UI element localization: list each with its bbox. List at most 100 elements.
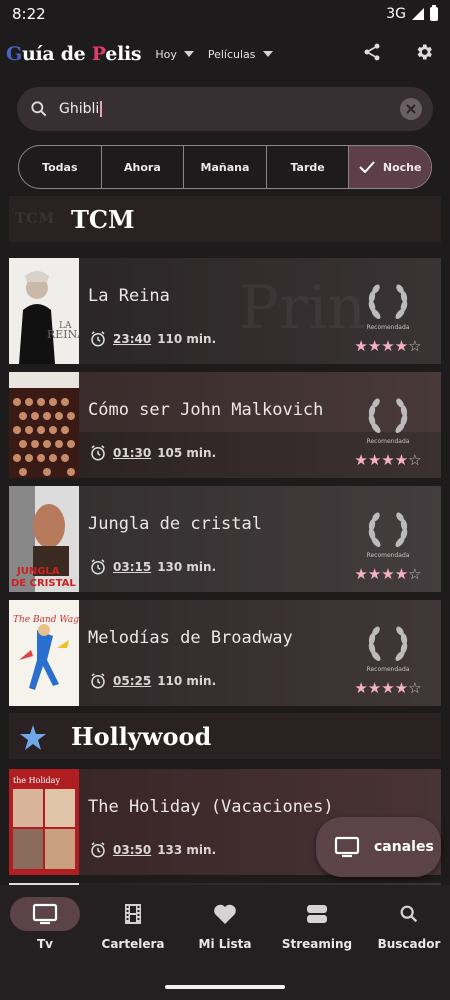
channel-header-hollywood[interactable]: Hollywood [9, 713, 441, 759]
alarm-clock-icon [91, 445, 105, 461]
award-block: Recomendada ★★★★☆ [349, 510, 427, 583]
poster-image: JUNGLA DE CRISTAL [9, 486, 79, 592]
svg-text:REINA: REINA [47, 328, 79, 341]
award-label: Recomendada [366, 324, 410, 331]
duration: 130 min. [157, 560, 217, 574]
movie-card[interactable]: JUNGLA DE CRISTAL Jungla de cristal 03:15… [9, 486, 441, 592]
movie-title: Jungla de cristal [88, 514, 262, 534]
day-dropdown-label: Hoy [155, 47, 177, 61]
duration: 110 min. [157, 332, 217, 346]
poster-image: LAREINA [9, 258, 79, 364]
duration: 110 min. [157, 674, 217, 688]
alarm-clock-icon [91, 673, 105, 689]
rating-stars: ★★★★☆ [354, 451, 422, 469]
clear-search-button[interactable] [400, 98, 422, 120]
search-icon [31, 101, 47, 117]
award-label: Recomendada [366, 552, 410, 559]
streaming-icon [307, 905, 327, 923]
search-icon [400, 905, 418, 923]
showtime: 23:40 [113, 332, 152, 346]
filter-manana[interactable]: Mañana [184, 146, 267, 188]
svg-text:Prin: Prin [239, 273, 366, 343]
channel-title: Hollywood [71, 721, 212, 751]
channel-header-tcm[interactable]: TCM TCM [9, 196, 441, 242]
svg-text:JUNGLA: JUNGLA [16, 566, 60, 577]
rating-stars: ★★★★☆ [354, 679, 422, 697]
day-dropdown[interactable]: Hoy [155, 48, 194, 61]
movie-meta: 23:40 110 min. [89, 330, 216, 348]
alarm-clock-icon [91, 842, 105, 858]
chevron-down-icon [262, 51, 273, 57]
laurel-icon [368, 626, 408, 661]
hollywood-star-icon [20, 725, 46, 750]
laurel-icon [368, 398, 408, 433]
showtime: 03:50 [113, 843, 152, 857]
search-bar[interactable]: Ghibli [17, 87, 433, 131]
time-filter-group: Todas Ahora Mañana Tarde Noche [18, 145, 432, 189]
duration: 133 min. [157, 843, 217, 857]
svg-text:The Band Wagon: The Band Wagon [13, 615, 79, 625]
chevron-down-icon [183, 51, 194, 57]
movie-title: The Holiday (Vacaciones) [88, 797, 334, 817]
nav-mi-lista[interactable]: Mi Lista [180, 897, 270, 951]
laurel-icon [368, 284, 408, 319]
search-input[interactable]: Ghibli [59, 101, 102, 117]
share-icon[interactable] [362, 42, 382, 62]
award-label: Recomendada [366, 438, 410, 445]
award-label: Recomendada [366, 666, 410, 673]
status-bar: 8:22 3G [0, 0, 450, 28]
nav-buscador[interactable]: Buscador [364, 897, 450, 951]
type-dropdown-label: Películas [207, 47, 256, 61]
rating-stars: ★★★★☆ [354, 337, 422, 355]
movie-card[interactable]: Prin LAREINA La Reina 23:40 110 min. Rec… [9, 258, 441, 364]
nav-label: Cartelera [101, 937, 165, 951]
app-logo: Guía de Pelis [6, 43, 142, 65]
poster-image: the Holiday [9, 769, 79, 875]
type-dropdown[interactable]: Películas [208, 48, 273, 61]
nav-tv[interactable]: Tv [0, 897, 90, 951]
movie-card[interactable]: The Band Wagon Melodías de Broadway 05:2… [9, 600, 441, 706]
poster-image: The Band Wagon [9, 600, 79, 706]
filter-noche-label: Noche [382, 160, 422, 174]
nav-label: Tv [36, 937, 53, 951]
nav-cartelera[interactable]: Cartelera [88, 897, 178, 951]
award-block: Recomendada ★★★★☆ [349, 282, 427, 355]
close-icon [406, 104, 416, 114]
channels-fab[interactable]: canales [316, 817, 441, 877]
movie-title: Cómo ser John Malkovich [88, 400, 324, 420]
award-block: Recomendada ★★★★☆ [349, 396, 427, 469]
channel-title: TCM [71, 204, 135, 234]
check-icon [359, 161, 375, 173]
movie-meta: 01:30 105 min. [89, 444, 216, 462]
nav-label: Buscador [377, 937, 441, 951]
heart-icon [214, 904, 236, 924]
movie-card[interactable]: Cómo ser John Malkovich 01:30 105 min. R… [9, 372, 441, 478]
app-bar: Guía de Pelis Hoy Películas [0, 28, 450, 80]
clock: 8:22 [12, 5, 46, 23]
text-caret [100, 101, 102, 117]
svg-text:the Holiday: the Holiday [13, 776, 60, 785]
bottom-navigation: Tv Cartelera Mi Lista Streaming Buscador [0, 885, 450, 1000]
filter-tarde[interactable]: Tarde [267, 146, 350, 188]
gear-icon[interactable] [414, 42, 434, 62]
award-block: Recomendada ★★★★☆ [349, 624, 427, 697]
tcm-logo: TCM [15, 211, 56, 227]
nav-streaming[interactable]: Streaming [272, 897, 362, 951]
network-label: 3G [386, 6, 406, 22]
status-icons: 3G [386, 5, 438, 22]
poster-image [9, 372, 79, 478]
duration: 105 min. [157, 446, 217, 460]
home-indicator[interactable] [165, 985, 285, 989]
filter-ahora[interactable]: Ahora [102, 146, 185, 188]
alarm-clock-icon [91, 559, 105, 575]
alarm-clock-icon [91, 331, 105, 347]
showtime: 05:25 [113, 674, 152, 688]
filter-todas[interactable]: Todas [19, 146, 102, 188]
movie-title: La Reina [88, 286, 170, 306]
battery-icon [430, 5, 438, 21]
nav-label: Streaming [281, 937, 353, 951]
laurel-icon [368, 512, 408, 547]
filter-noche[interactable]: Noche [349, 146, 431, 188]
tv-icon [32, 903, 58, 925]
program-list[interactable]: TCM TCM Prin LAREINA La Reina 23:40 110 … [0, 193, 450, 885]
